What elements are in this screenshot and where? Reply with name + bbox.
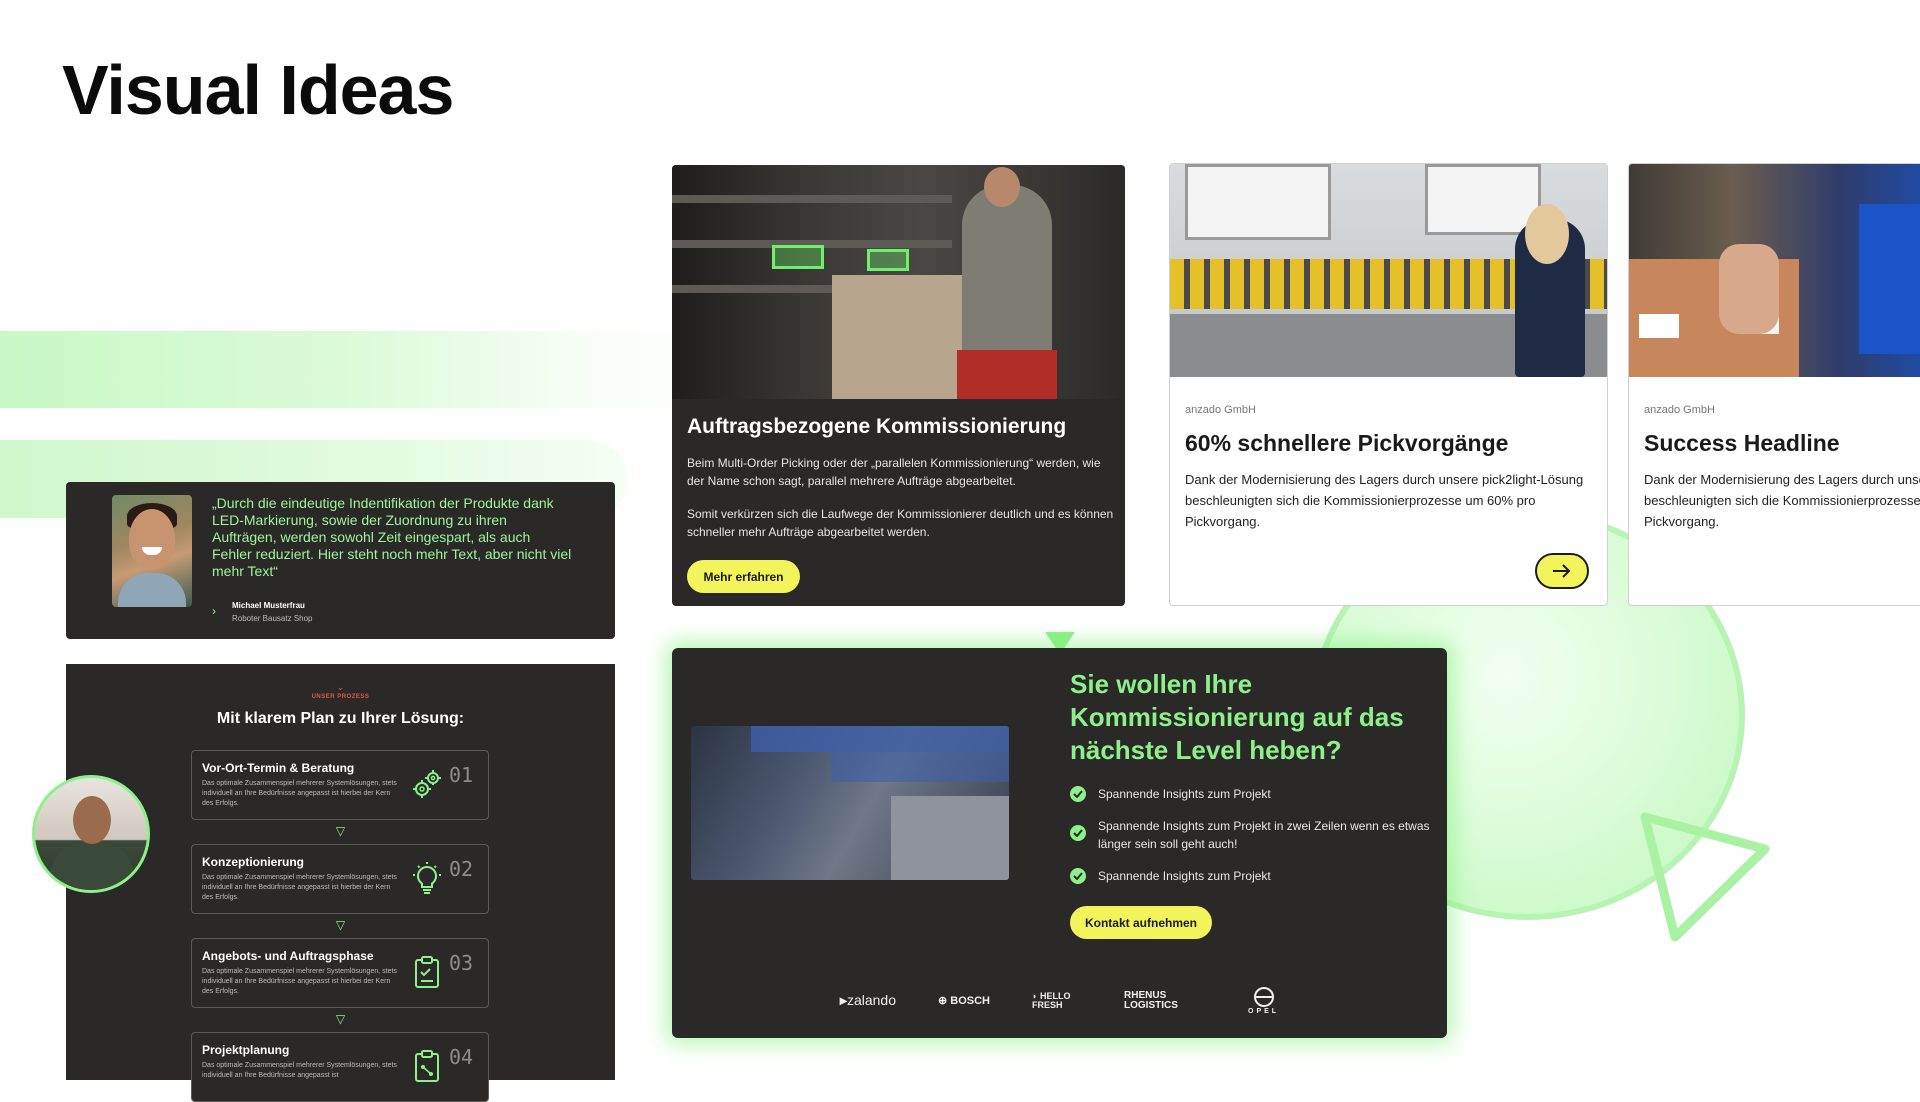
check-icon: [1070, 786, 1086, 802]
clipboard-check-icon: [415, 956, 439, 988]
card-text: Dank der Modernisierung des Lagers durch…: [1644, 472, 1920, 529]
check-icon: [1070, 868, 1086, 884]
bosch-logo: ⊕ BOSCH: [938, 995, 991, 1007]
testimonial-quote: „Durch die eindeutige Indentifikation de…: [212, 495, 572, 579]
step-number: 04: [449, 1045, 474, 1069]
lightbulb-icon: [413, 862, 441, 894]
process-eyebrow: UNSER PROZESS: [311, 694, 370, 700]
feature-card: Auftragsbezogene Kommissionierung Beim M…: [672, 165, 1125, 606]
gears-icon: [413, 770, 441, 798]
cta-benefits-list: Spannende Insights zum Projekt Spannende…: [1070, 785, 1430, 899]
benefit-text: Spannende Insights zum Projekt: [1098, 787, 1271, 801]
card-title: Success Headline: [1644, 430, 1840, 456]
feature-paragraph: Beim Multi-Order Picking oder der „paral…: [687, 456, 1101, 488]
pick2light-photo: [1170, 164, 1607, 377]
card-company: anzado GmbH: [1644, 404, 1715, 416]
rhenus-logo: RHENUS LOGISTICS: [1124, 989, 1178, 1011]
benefit-item: Spannende Insights zum Projekt in zwei Z…: [1070, 817, 1430, 853]
testimonial-avatar: [112, 495, 192, 607]
process-title: Mit klarem Plan zu Ihrer Lösung:: [216, 710, 465, 727]
step-title: Projektplanung: [202, 1043, 290, 1057]
step-description: Das optimale Zusammenspiel mehrerer Syst…: [202, 780, 397, 807]
opel-logo: OPEL: [1248, 986, 1279, 1015]
process-section: ⌄ UNSER PROZESS Mit klarem Plan zu Ihrer…: [66, 664, 615, 1102]
step-title: Konzeptionierung: [202, 855, 304, 869]
more-info-button[interactable]: Mehr erfahren: [687, 560, 800, 593]
process-step: Konzeptionierung Das optimale Zusammensp…: [191, 844, 489, 914]
step-arrow-icon: ▽: [335, 1012, 346, 1026]
contact-button[interactable]: Kontakt aufnehmen: [1070, 906, 1212, 939]
benefit-text: Spannende Insights zum Projekt: [1098, 869, 1271, 883]
benefit-item: Spannende Insights zum Projekt: [1070, 867, 1430, 885]
step-arrow-icon: ▽: [335, 918, 346, 932]
opel-emblem-icon: [1253, 987, 1274, 1007]
testimonial-company: Roboter Bausatz Shop: [232, 614, 313, 623]
arrow-right-icon: [1553, 564, 1571, 578]
hellofresh-logo: ◗ HELLO FRESH: [1032, 990, 1071, 1010]
check-icon: [1070, 825, 1086, 841]
feature-title: Auftragsbezogene Kommissionierung: [687, 415, 1067, 438]
cta-section: Sie wollen Ihre Kommissionierung auf das…: [672, 648, 1447, 1038]
step-number: 02: [449, 857, 474, 881]
step-title: Angebots- und Auftragsphase: [202, 949, 374, 963]
benefit-text: Spannende Insights zum Projekt in zwei Z…: [1098, 819, 1430, 851]
process-step: Projektplanung Das optimale Zusammenspie…: [191, 1032, 489, 1102]
arrow-right-button[interactable]: [1535, 553, 1589, 589]
testimonial-name: Michael Musterfrau: [232, 601, 305, 610]
chevron-down-icon: ⌄: [336, 682, 345, 692]
page-title: Visual Ideas: [62, 51, 454, 129]
step-number: 01: [449, 763, 474, 787]
decor-band-top: [0, 331, 720, 408]
process-step: Angebots- und Auftragsphase Das optimale…: [191, 938, 489, 1008]
client-logos: ▸zalando ⊕ BOSCH ◗ HELLO FRESH RHENUS LO…: [672, 986, 1447, 1015]
feature-paragraph: Somit verkürzen sich die Laufwege der Ko…: [687, 507, 1114, 539]
benefit-item: Spannende Insights zum Projekt: [1070, 785, 1430, 803]
process-step: Vor-Ort-Termin & Beratung Das optimale Z…: [191, 750, 489, 820]
step-title: Vor-Ort-Termin & Beratung: [202, 761, 355, 775]
cta-headline: Sie wollen Ihre Kommissionierung auf das…: [1070, 669, 1404, 765]
card-text: Dank der Modernisierung des Lagers durch…: [1185, 472, 1584, 529]
card-title: 60% schnellere Pickvorgänge: [1185, 430, 1509, 456]
warehouse-aisle-photo: [691, 726, 1009, 880]
triangle-decor-icon: [1640, 812, 1770, 942]
step-description: Das optimale Zusammenspiel mehrerer Syst…: [202, 968, 397, 995]
testimonial-card: „Durch die eindeutige Indentifikation de…: [66, 482, 615, 639]
step-number: 03: [449, 951, 474, 975]
scanner-photo: [1629, 164, 1920, 377]
clipboard-plan-icon: [415, 1050, 439, 1082]
card-company: anzado GmbH: [1185, 404, 1256, 416]
contact-person-avatar: [32, 775, 150, 893]
step-description: Das optimale Zusammenspiel mehrerer Syst…: [202, 874, 397, 901]
chevron-right-icon: ›: [212, 604, 216, 618]
case-study-card[interactable]: anzado GmbH 60% schnellere Pickvorgänge …: [1169, 163, 1608, 606]
warehouse-photo: [672, 165, 1125, 399]
case-study-card[interactable]: anzado GmbH Success Headline Dank der Mo…: [1628, 163, 1920, 606]
step-description: Das optimale Zusammenspiel mehrerer Syst…: [202, 1062, 397, 1079]
zalando-logo: ▸zalando: [839, 992, 896, 1008]
